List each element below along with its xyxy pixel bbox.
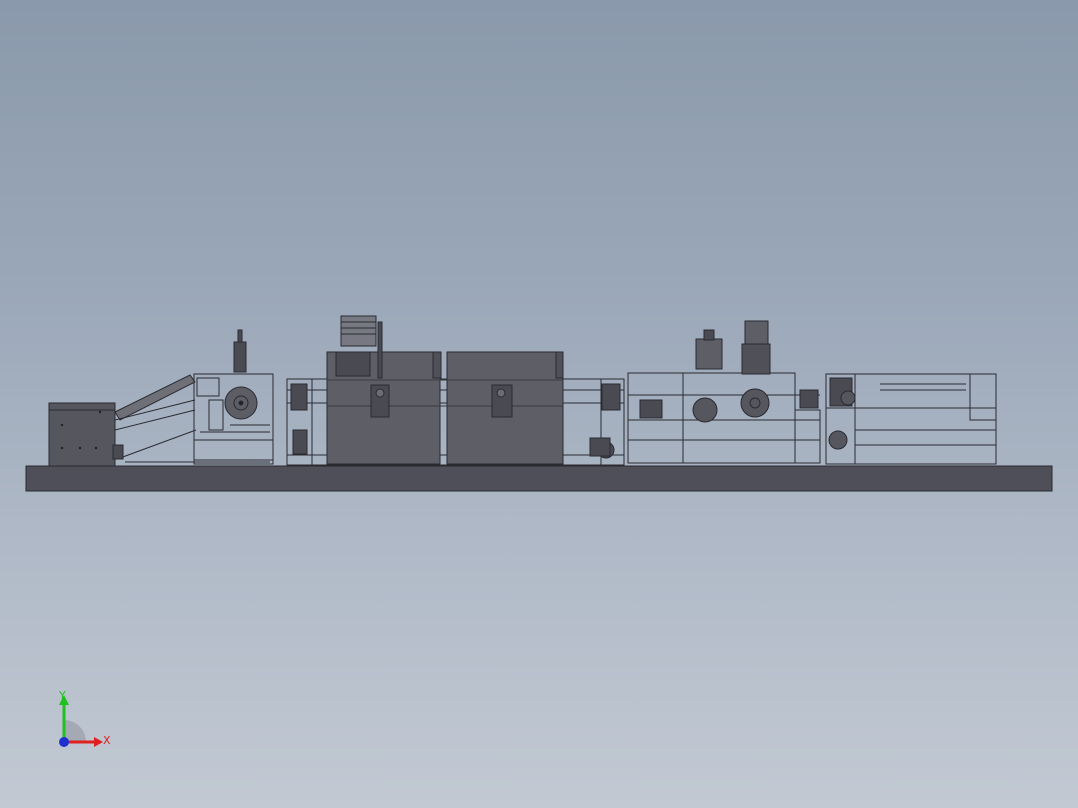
z-axis-point bbox=[59, 737, 69, 747]
base-plate bbox=[25, 465, 1053, 492]
coordinate-triad: Y X bbox=[58, 689, 111, 747]
outfeed-conveyor bbox=[825, 373, 997, 465]
cad-viewport[interactable]: Y X bbox=[0, 0, 1078, 808]
x-axis-arrowhead bbox=[94, 737, 103, 747]
x-axis-label: X bbox=[103, 734, 111, 747]
control-cabinet bbox=[48, 402, 116, 467]
y-axis-label: Y bbox=[58, 689, 66, 702]
feeder-station bbox=[193, 329, 274, 465]
forming-station bbox=[627, 320, 821, 464]
